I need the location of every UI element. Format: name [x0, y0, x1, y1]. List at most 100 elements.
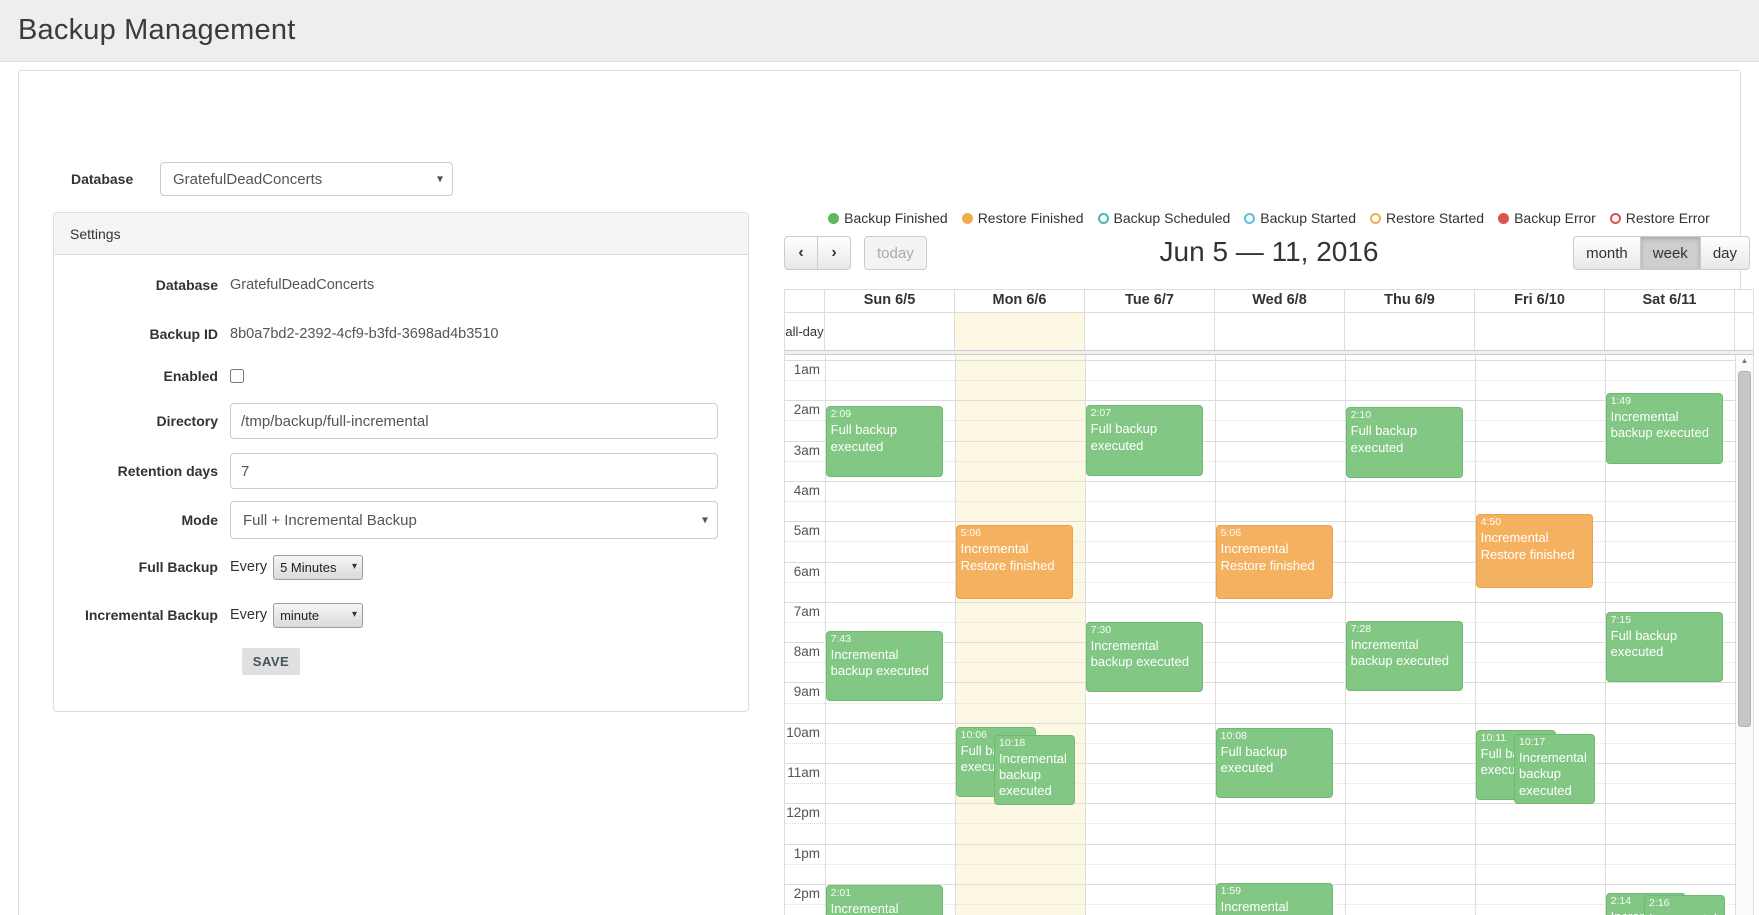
scrollbar: ▲: [1735, 355, 1753, 915]
half-hour-line: [785, 703, 1753, 704]
field-label: Database: [54, 277, 230, 293]
field-label: Incremental Backup: [54, 607, 230, 623]
all-day-cell[interactable]: [1085, 313, 1215, 350]
all-day-cell[interactable]: [825, 313, 955, 350]
hour-label: 7am: [785, 604, 820, 619]
retention-days-input[interactable]: [230, 453, 718, 489]
all-day-cell[interactable]: [1215, 313, 1345, 350]
calendar-event[interactable]: 1:59Incremental backup executed: [1216, 883, 1333, 915]
hour-label: 1am: [785, 362, 820, 377]
save-button[interactable]: SAVE: [242, 648, 300, 675]
event-time: 5:06: [1221, 527, 1328, 540]
event-time: 2:07: [1091, 407, 1198, 420]
hour-line: [785, 360, 1753, 361]
settings-panel: Settings Database GratefulDeadConcerts B…: [53, 212, 749, 712]
hour-label: 2pm: [785, 886, 820, 901]
event-time: 2:01: [831, 887, 938, 900]
legend-label: Backup Error: [1514, 210, 1596, 226]
scrollbar-thumb[interactable]: [1738, 371, 1751, 727]
calendar-event[interactable]: 5:06Incremental Restore finished: [956, 525, 1073, 599]
event-time: 1:49: [1611, 395, 1718, 408]
event-time: 2:10: [1351, 409, 1458, 422]
event-time: 4:50: [1481, 516, 1588, 529]
hour-label: 12pm: [785, 805, 820, 820]
day-header[interactable]: Sat 6/11: [1605, 290, 1735, 312]
day-header[interactable]: Sun 6/5: [825, 290, 955, 312]
calendar-event[interactable]: 2:10Full backup executed: [1346, 407, 1463, 478]
legend-item: Backup Finished: [828, 210, 948, 226]
day-header[interactable]: Mon 6/6: [955, 290, 1085, 312]
hour-line: [785, 602, 1753, 603]
database-select[interactable]: GratefulDeadConcerts: [160, 162, 453, 196]
calendar-event[interactable]: 7:15Full backup executed: [1606, 612, 1723, 683]
legend-item: Restore Started: [1370, 210, 1484, 226]
row-mode: Mode Full + Incremental Backup: [54, 499, 734, 541]
backup-id-value: 8b0a7bd2-2392-4cf9-b3fd-3698ad4b3510: [230, 326, 498, 342]
hour-label: 11am: [785, 765, 820, 780]
half-hour-line: [785, 823, 1753, 824]
day-header[interactable]: Fri 6/10: [1475, 290, 1605, 312]
day-header[interactable]: Wed 6/8: [1215, 290, 1345, 312]
legend-dot-icon: [828, 213, 839, 224]
hour-label: 3am: [785, 443, 820, 458]
app-header: Backup Management: [0, 0, 1759, 62]
database-label: Database: [71, 171, 133, 187]
settings-panel-title: Settings: [54, 213, 748, 255]
hour-label: 2am: [785, 402, 820, 417]
all-day-label: all-day: [785, 313, 825, 350]
calendar-event[interactable]: 2:07Full backup executed: [1086, 405, 1203, 476]
directory-input[interactable]: [230, 403, 718, 439]
all-day-cell[interactable]: [1605, 313, 1735, 350]
legend-dot-icon: [1098, 213, 1109, 224]
hour-label: 9am: [785, 684, 820, 699]
event-time: 2:16: [1649, 897, 1720, 910]
week-view-button[interactable]: week: [1640, 236, 1701, 270]
backup-management-page: Backup Management Database GratefulDeadC…: [0, 0, 1759, 915]
row-full-backup: Full Backup Every 5 Minutes: [54, 553, 734, 581]
row-enabled: Enabled: [54, 365, 734, 387]
legend-dot-icon: [1370, 213, 1381, 224]
all-day-cell[interactable]: [1345, 313, 1475, 350]
time-grid-scroller: 1am2am3am4am5am6am7am8am9am10am11am12pm1…: [785, 355, 1753, 915]
legend-label: Backup Finished: [844, 210, 948, 226]
legend-item: Backup Started: [1244, 210, 1356, 226]
all-day-row: all-day: [785, 313, 1753, 350]
incremental-backup-interval-wrapper: minute: [273, 603, 363, 628]
day-header[interactable]: Tue 6/7: [1085, 290, 1215, 312]
calendar-event[interactable]: 2:01Incremental backup executed: [826, 885, 943, 915]
calendar-event[interactable]: 4:50Incremental Restore finished: [1476, 514, 1593, 588]
field-label: Enabled: [54, 368, 230, 384]
enabled-checkbox[interactable]: [230, 369, 244, 383]
calendar-event[interactable]: 5:06Incremental Restore finished: [1216, 525, 1333, 599]
row-directory: Directory: [54, 401, 734, 441]
field-label: Directory: [54, 413, 230, 429]
today-column-highlight: [955, 355, 1085, 915]
half-hour-line: [785, 864, 1753, 865]
full-backup-interval-select[interactable]: 5 Minutes: [273, 555, 363, 580]
legend-dot-icon: [962, 213, 973, 224]
calendar-event[interactable]: 10:17Incremental backup executed: [1514, 734, 1595, 805]
calendar-event[interactable]: 1:49Incremental backup executed: [1606, 393, 1723, 464]
mode-select-wrapper: Full + Incremental Backup: [230, 501, 718, 539]
field-label: Backup ID: [54, 326, 230, 342]
scrollbar-up-arrow-icon[interactable]: ▲: [1736, 356, 1753, 365]
calendar-event[interactable]: 2:16Incremental backup executed: [1644, 895, 1725, 915]
field-label: Retention days: [54, 463, 230, 479]
all-day-cell[interactable]: [1475, 313, 1605, 350]
mode-select[interactable]: Full + Incremental Backup: [230, 501, 718, 539]
incremental-backup-interval-select[interactable]: minute: [273, 603, 363, 628]
calendar-event[interactable]: 7:28Incremental backup executed: [1346, 621, 1463, 692]
header-scrollbar-gutter: [1735, 290, 1753, 312]
day-view-button[interactable]: day: [1700, 236, 1750, 270]
calendar-event[interactable]: 10:18Incremental backup executed: [994, 735, 1075, 806]
month-view-button[interactable]: month: [1573, 236, 1641, 270]
row-retention-days: Retention days: [54, 451, 734, 491]
calendar-event[interactable]: 2:09Full backup executed: [826, 406, 943, 477]
calendar-event[interactable]: 10:08Full backup executed: [1216, 728, 1333, 799]
all-day-cell[interactable]: [955, 313, 1085, 350]
day-header[interactable]: Thu 6/9: [1345, 290, 1475, 312]
calendar-event[interactable]: 7:43Incremental backup executed: [826, 631, 943, 702]
hour-line: [785, 803, 1753, 804]
calendar-event[interactable]: 7:30Incremental backup executed: [1086, 622, 1203, 693]
legend-label: Restore Error: [1626, 210, 1710, 226]
